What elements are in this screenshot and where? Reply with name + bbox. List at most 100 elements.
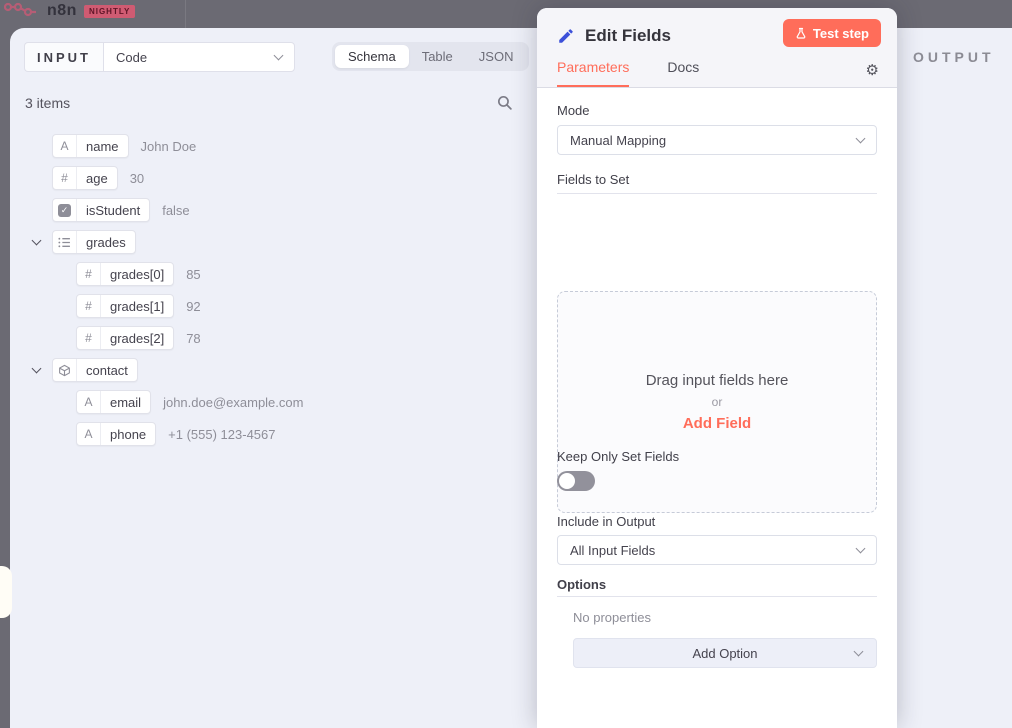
- options-section-label: Options: [557, 577, 606, 592]
- keep-only-set-fields-label: Keep Only Set Fields: [557, 449, 679, 464]
- schema-field-value: john.doe@example.com: [163, 395, 303, 410]
- schema-field-key: age: [77, 167, 117, 189]
- schema-row: # grades[2] 78: [24, 322, 529, 354]
- schema-field-key: name: [77, 135, 128, 157]
- canvas-seam: [185, 0, 186, 28]
- schema-field-key: contact: [77, 359, 137, 381]
- schema-field-key: grades[1]: [101, 295, 173, 317]
- schema-field-pill[interactable]: # age: [52, 166, 118, 190]
- schema-field-pill[interactable]: # grades[2]: [76, 326, 174, 350]
- add-field-link[interactable]: Add Field: [683, 415, 751, 432]
- schema-tree: A name John Doe # age 30 ✓ isStudent fal…: [24, 130, 529, 450]
- dropzone-text: Drag input fields here: [646, 372, 789, 389]
- schema-row: A email john.doe@example.com: [24, 386, 529, 418]
- schema-field-pill[interactable]: contact: [52, 358, 138, 382]
- divider: [557, 596, 877, 597]
- schema-field-pill[interactable]: # grades[1]: [76, 294, 174, 318]
- schema-field-pill[interactable]: A name: [52, 134, 129, 158]
- no-properties-text: No properties: [573, 610, 651, 625]
- tab-schema[interactable]: Schema: [335, 45, 409, 68]
- input-view-tabs: Schema Table JSON: [332, 42, 529, 71]
- string-icon: A: [53, 135, 77, 157]
- schema-row: grades: [24, 226, 529, 258]
- tab-parameters[interactable]: Parameters: [557, 59, 629, 87]
- tab-table[interactable]: Table: [409, 45, 466, 68]
- schema-field-value: 30: [130, 171, 144, 186]
- fields-to-set-label: Fields to Set: [557, 172, 629, 187]
- fields-dropzone[interactable]: Drag input fields here or Add Field: [557, 291, 877, 513]
- n8n-logo-icon: [4, 1, 40, 21]
- chevron-down-icon: [854, 646, 864, 656]
- schema-row: contact: [24, 354, 529, 386]
- string-icon: A: [77, 423, 101, 445]
- tab-json[interactable]: JSON: [466, 45, 527, 68]
- schema-field-key: email: [101, 391, 150, 413]
- schema-field-pill[interactable]: A phone: [76, 422, 156, 446]
- schema-row: A phone +1 (555) 123-4567: [24, 418, 529, 450]
- sidebar-collapse-handle[interactable]: [0, 566, 12, 618]
- keep-only-set-fields-toggle[interactable]: [557, 471, 595, 491]
- schema-field-value: false: [162, 203, 189, 218]
- schema-row: A name John Doe: [24, 130, 529, 162]
- app-window: n8n NIGHTLY INPUT Code Schema Table JSON…: [0, 0, 1012, 728]
- schema-field-key: grades[0]: [101, 263, 173, 285]
- collapse-chevron-icon[interactable]: [29, 226, 43, 258]
- gear-icon[interactable]: ⚙: [866, 61, 879, 79]
- schema-field-pill[interactable]: ✓ isStudent: [52, 198, 150, 222]
- array-icon: [53, 231, 77, 253]
- number-icon: #: [77, 295, 101, 317]
- node-panel-tabs: Parameters Docs: [557, 59, 699, 87]
- logo-text: n8n: [47, 2, 77, 20]
- include-select-value: All Input Fields: [570, 543, 655, 558]
- schema-row: # grades[1] 92: [24, 290, 529, 322]
- node-panel-header: Edit Fields Test step Parameters Docs ⚙: [537, 8, 897, 88]
- schema-row: # age 30: [24, 162, 529, 194]
- schema-row: # grades[0] 85: [24, 258, 529, 290]
- items-count: 3 items: [25, 95, 70, 111]
- input-panel-label: INPUT: [24, 42, 103, 72]
- dropzone-or-text: or: [712, 395, 723, 409]
- node-title: Edit Fields: [585, 26, 671, 46]
- input-source-value: Code: [116, 50, 147, 65]
- tab-docs[interactable]: Docs: [667, 59, 699, 87]
- search-icon[interactable]: [496, 94, 514, 112]
- schema-field-key: grades[2]: [101, 327, 173, 349]
- add-option-button[interactable]: Add Option: [573, 638, 877, 668]
- flask-icon: [795, 27, 807, 40]
- schema-row: ✓ isStudent false: [24, 194, 529, 226]
- mode-select-value: Manual Mapping: [570, 133, 666, 148]
- schema-field-pill[interactable]: # grades[0]: [76, 262, 174, 286]
- number-icon: #: [77, 327, 101, 349]
- string-icon: A: [77, 391, 101, 413]
- include-in-output-label: Include in Output: [557, 514, 655, 529]
- divider: [557, 193, 877, 194]
- n8n-logo: n8n NIGHTLY: [4, 0, 135, 25]
- boolean-icon: ✓: [53, 199, 77, 221]
- include-in-output-select[interactable]: All Input Fields: [557, 535, 877, 565]
- chevron-down-icon: [274, 50, 284, 60]
- schema-field-key: isStudent: [77, 199, 149, 221]
- node-parameters-body: Mode Manual Mapping Fields to Set Drag i…: [537, 88, 897, 728]
- schema-field-value: 92: [186, 299, 200, 314]
- number-icon: #: [77, 263, 101, 285]
- input-source-select[interactable]: INPUT Code: [24, 42, 295, 72]
- schema-field-value: +1 (555) 123-4567: [168, 427, 275, 442]
- schema-field-key: grades: [77, 231, 135, 253]
- chevron-down-icon: [856, 543, 866, 553]
- mode-label: Mode: [557, 103, 590, 118]
- schema-field-pill[interactable]: A email: [76, 390, 151, 414]
- object-icon: [53, 359, 77, 381]
- mode-select[interactable]: Manual Mapping: [557, 125, 877, 155]
- chevron-down-icon: [856, 133, 866, 143]
- schema-field-value: 78: [186, 331, 200, 346]
- pencil-icon: [557, 27, 575, 45]
- output-panel-label: OUTPUT: [913, 49, 995, 65]
- number-icon: #: [53, 167, 77, 189]
- schema-field-value: John Doe: [141, 139, 197, 154]
- schema-field-key: phone: [101, 423, 155, 445]
- schema-field-pill[interactable]: grades: [52, 230, 136, 254]
- collapse-chevron-icon[interactable]: [29, 354, 43, 386]
- schema-field-value: 85: [186, 267, 200, 282]
- test-step-button[interactable]: Test step: [783, 19, 881, 47]
- node-detail-panel: Edit Fields Test step Parameters Docs ⚙ …: [537, 8, 897, 728]
